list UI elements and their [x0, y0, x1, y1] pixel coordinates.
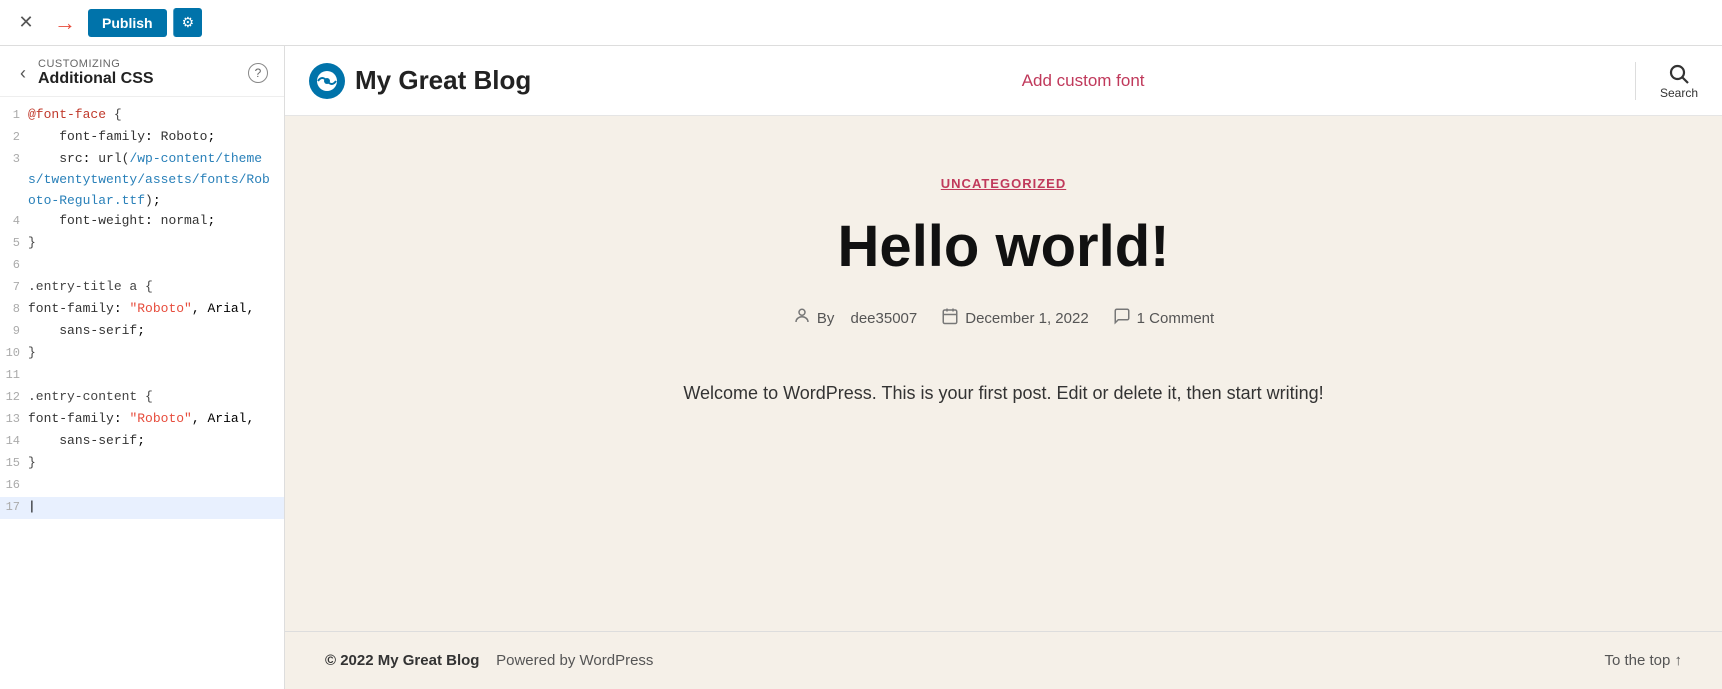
preview-panel: My Great Blog Add custom font Search UNC… — [285, 46, 1722, 689]
close-icon: ✕ — [18, 12, 33, 33]
code-line-8: 8 font-family: "Roboto", Arial, — [0, 299, 284, 321]
blog-name: My Great Blog — [355, 65, 531, 96]
wordpress-icon — [316, 70, 338, 92]
preview-nav: My Great Blog Add custom font Search — [285, 46, 1722, 116]
comment-icon — [1113, 307, 1131, 330]
code-editor[interactable]: 1 @font-face { 2 font-family: Roboto; 3 … — [0, 97, 284, 689]
author-by: By — [817, 310, 835, 327]
code-line-2: 2 font-family: Roboto; — [0, 127, 284, 149]
code-line-4: 4 font-weight: normal; — [0, 211, 284, 233]
nav-center: Add custom font — [1022, 71, 1145, 91]
post-body: Welcome to WordPress. This is your first… — [594, 378, 1414, 409]
search-button[interactable]: Search — [1660, 62, 1698, 100]
code-line-17: 17 | — [0, 497, 284, 519]
code-line-12: 12 .entry-content { — [0, 387, 284, 409]
code-line-13: 13 font-family: "Roboto", Arial, — [0, 409, 284, 431]
preview-content: UNCATEGORIZED Hello world! By dee35007 — [285, 116, 1722, 631]
post-comments: 1 Comment — [1137, 310, 1215, 327]
arrow-icon: → — [54, 10, 76, 36]
author-icon — [793, 307, 811, 330]
top-bar: ✕ → Publish ⚙ — [0, 0, 1722, 46]
preview-footer: © 2022 My Great Blog Powered by WordPres… — [285, 631, 1722, 689]
footer-left: © 2022 My Great Blog Powered by WordPres… — [325, 652, 653, 669]
nav-right: Search — [1635, 62, 1698, 100]
panel-title: Additional CSS — [38, 70, 154, 88]
code-line-11: 11 — [0, 365, 284, 387]
help-button[interactable]: ? — [248, 63, 268, 83]
code-line-6: 6 — [0, 255, 284, 277]
post-meta: By dee35007 December 1, 2022 — [594, 307, 1414, 330]
code-line-16: 16 — [0, 475, 284, 497]
post-author-meta: By dee35007 — [793, 307, 917, 330]
close-button[interactable]: ✕ — [12, 9, 40, 37]
post-title: Hello world! — [594, 215, 1414, 279]
search-label: Search — [1660, 86, 1698, 100]
code-line-10: 10 } — [0, 343, 284, 365]
code-line-14: 14 sans-serif; — [0, 431, 284, 453]
panel-header-left: ‹ Customizing Additional CSS — [16, 58, 154, 88]
main-layout: ‹ Customizing Additional CSS ? 1 @font-f… — [0, 46, 1722, 689]
code-line-15: 15 } — [0, 453, 284, 475]
post-date-meta: December 1, 2022 — [941, 307, 1088, 330]
panel-header: ‹ Customizing Additional CSS ? — [0, 46, 284, 97]
post-area: UNCATEGORIZED Hello world! By dee35007 — [554, 116, 1454, 468]
gear-button[interactable]: ⚙ — [173, 8, 203, 37]
post-date: December 1, 2022 — [965, 310, 1088, 327]
footer-powered: Powered by WordPress — [496, 652, 653, 669]
search-icon — [1667, 62, 1691, 86]
post-comments-meta: 1 Comment — [1113, 307, 1215, 330]
panel-title-group: Customizing Additional CSS — [38, 58, 154, 88]
customizing-label: Customizing — [38, 58, 154, 70]
logo-icon — [309, 63, 345, 99]
to-top-label: To the top ↑ — [1604, 652, 1682, 669]
back-button[interactable]: ‹ — [16, 63, 30, 84]
code-line-1: 1 @font-face { — [0, 105, 284, 127]
code-line-7: 7 .entry-title a { — [0, 277, 284, 299]
blog-logo: My Great Blog — [309, 63, 531, 99]
code-line-3: 3 src: url(/wp-content/themes/twentytwen… — [0, 149, 284, 211]
author-name: dee35007 — [851, 310, 918, 327]
publish-button[interactable]: Publish — [88, 9, 167, 37]
code-line-9: 9 sans-serif; — [0, 321, 284, 343]
footer-to-top[interactable]: To the top ↑ — [1604, 652, 1682, 669]
code-lines: 1 @font-face { 2 font-family: Roboto; 3 … — [0, 105, 284, 519]
left-panel: ‹ Customizing Additional CSS ? 1 @font-f… — [0, 46, 285, 689]
calendar-icon — [941, 307, 959, 330]
post-category: UNCATEGORIZED — [594, 176, 1414, 191]
footer-copyright: © 2022 My Great Blog — [325, 652, 479, 669]
add-custom-font-link[interactable]: Add custom font — [1022, 71, 1145, 91]
code-line-5: 5 } — [0, 233, 284, 255]
